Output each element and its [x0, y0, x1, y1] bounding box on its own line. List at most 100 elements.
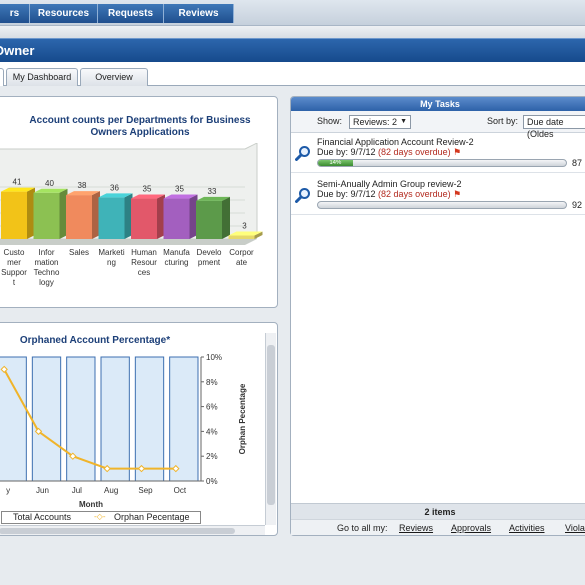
x-tick-label: y — [6, 486, 10, 495]
bar-front — [66, 195, 92, 239]
hscrollbar-thumb[interactable] — [0, 528, 235, 534]
goto-label: Go to all my: — [337, 523, 388, 533]
legend-orphan-marker-icon: -◇- — [94, 512, 106, 521]
show-select[interactable]: Reviews: 2 ▼ — [349, 115, 411, 129]
bar-1 — [33, 188, 68, 239]
bar-category-label: Infor — [38, 248, 54, 257]
bar-chart-title-line2: Owners Applications — [90, 127, 190, 138]
bar-2 — [66, 191, 100, 239]
task-name[interactable]: Financial Application Account Review-2 — [317, 137, 474, 147]
y-axis-title: Orphan Pecentage — [238, 383, 247, 454]
overdue-flag-icon: ⚑ — [453, 189, 462, 199]
task-overdue: (82 days overdue) — [378, 189, 451, 199]
bar-category-label: Corpor — [229, 248, 254, 257]
bar-chart-title: Account counts per Departments for Busin… — [0, 115, 285, 139]
bar-category-label: ng — [107, 258, 116, 267]
tab-my-dashboard[interactable]: My Dashboard — [6, 68, 78, 86]
bar-chart: 41 CustomerSupport 40 InformationTechnology… — [0, 143, 263, 287]
dashboard-content: Account counts per Departments for Busin… — [0, 86, 585, 585]
vertical-scrollbar[interactable] — [265, 333, 276, 525]
bar-chart-panel: Account counts per Departments for Busin… — [0, 96, 278, 308]
bar-value-label: 35 — [175, 185, 184, 194]
line-chart-legend: Total Accounts -◇- Orphan Pecentage — [1, 511, 201, 524]
bar-0 — [1, 187, 35, 239]
overdue-flag-icon: ⚑ — [453, 147, 462, 157]
x-tick-label: Aug — [104, 486, 118, 495]
legend-total-accounts: Total Accounts — [13, 512, 72, 522]
review-magnifier-icon — [295, 146, 310, 161]
bar-4 — [131, 194, 165, 239]
my-tasks-panel: My Tasks Show: Reviews: 2 ▼ Sort by: Due… — [290, 96, 585, 536]
y-tick-label: 10% — [206, 353, 222, 362]
task-due-date: Due by: 9/7/12 — [317, 147, 379, 157]
bar-front — [163, 198, 190, 239]
task-progress-fill: 14% — [318, 160, 353, 166]
nav-item-resources[interactable]: Resources — [30, 4, 98, 23]
bar-3 — [98, 193, 133, 239]
line-chart: 10% 8% 6% 4% 2% 0% y Jun Jul Aug Sep Oct Month Orphan… — [0, 353, 247, 509]
horizontal-scrollbar[interactable] — [0, 525, 265, 535]
y-tick-label: 2% — [206, 452, 218, 461]
bar-value-label: 40 — [45, 179, 54, 188]
bar-value-label: 3 — [242, 222, 247, 231]
bar-front — [228, 235, 255, 239]
task-count: 92 — [572, 200, 583, 210]
sort-select[interactable]: Due date (Oldes — [523, 115, 585, 139]
x-tick-label: Jun — [36, 486, 49, 495]
x-tick-label: Oct — [174, 486, 187, 495]
task-overdue: (82 days overdue) — [378, 147, 451, 157]
task-progress-bar — [317, 201, 567, 209]
x-tick-label: Sep — [138, 486, 153, 495]
bar-5 — [163, 194, 198, 239]
y-tick-label: 4% — [206, 427, 218, 436]
total-accounts-bar — [169, 356, 199, 482]
task-count: 87 — [572, 158, 583, 168]
goto-links-row: Go to all my: Reviews Approvals Activiti… — [291, 519, 585, 535]
bar-category-label: Human — [131, 248, 157, 257]
top-navigation-bar: rs Resources Requests Reviews — [0, 0, 585, 26]
tab-home[interactable] — [0, 68, 4, 86]
bar-category-label: ate — [236, 258, 248, 267]
y-tick-label: 8% — [206, 378, 218, 387]
link-reviews[interactable]: Reviews — [399, 520, 433, 536]
task-name[interactable]: Semi-Anually Admin Group review-2 — [317, 179, 462, 189]
my-tasks-filter-row: Show: Reviews: 2 ▼ Sort by: Due date (Ol… — [291, 111, 585, 139]
task-item[interactable]: Financial Application Account Review-2 D… — [291, 135, 585, 173]
nav-item-reviews[interactable]: Reviews — [164, 4, 234, 23]
bar-front — [98, 197, 125, 239]
show-label: Show: — [317, 116, 343, 126]
task-due: Due by: 9/7/12 (82 days overdue) ⚑ — [317, 147, 461, 158]
nav-item-requests[interactable]: Requests — [98, 4, 164, 23]
bar-category-label: ces — [138, 268, 150, 277]
nav-item-owners[interactable]: rs — [0, 4, 30, 23]
task-item[interactable]: Semi-Anually Admin Group review-2 Due by… — [291, 177, 585, 215]
link-approvals[interactable]: Approvals — [451, 520, 491, 536]
bar-value-label: 36 — [110, 183, 119, 192]
tab-row: My Dashboard Overview — [0, 62, 585, 86]
task-due: Due by: 9/7/12 (82 days overdue) ⚑ — [317, 189, 461, 200]
bar-category-label: t — [13, 278, 16, 287]
bar-category-label: Marketi — [98, 248, 124, 257]
sort-label: Sort by: — [487, 116, 519, 126]
link-violations[interactable]: Violat — [565, 520, 585, 536]
bar-category-label: Develo — [197, 248, 222, 257]
bar-category-label: Suppor — [1, 268, 27, 277]
x-axis-title: Month — [79, 500, 103, 509]
bar-category-label: Manufa — [163, 248, 190, 257]
review-magnifier-icon — [295, 188, 310, 203]
line-chart-panel: Orphaned Account Percentage* 10% 8% 6% 4% 2%… — [0, 322, 278, 536]
total-accounts-bar — [134, 356, 165, 482]
bar-value-label: 35 — [143, 185, 152, 194]
show-select-value: Reviews: 2 — [353, 117, 398, 127]
legend-orphan-percentage: Orphan Pecentage — [114, 512, 190, 522]
tab-overview[interactable]: Overview — [80, 68, 148, 86]
scrollbar-thumb[interactable] — [267, 345, 275, 505]
link-activities[interactable]: Activities — [509, 520, 545, 536]
sub-toolbar — [0, 26, 585, 38]
items-count: 2 items — [291, 503, 585, 519]
page-title-bar: Owner — [0, 38, 585, 62]
total-accounts-bar — [31, 356, 62, 482]
bar-front — [33, 192, 60, 239]
bar-category-label: mation — [34, 258, 58, 267]
task-due-date: Due by: 9/7/12 — [317, 189, 379, 199]
